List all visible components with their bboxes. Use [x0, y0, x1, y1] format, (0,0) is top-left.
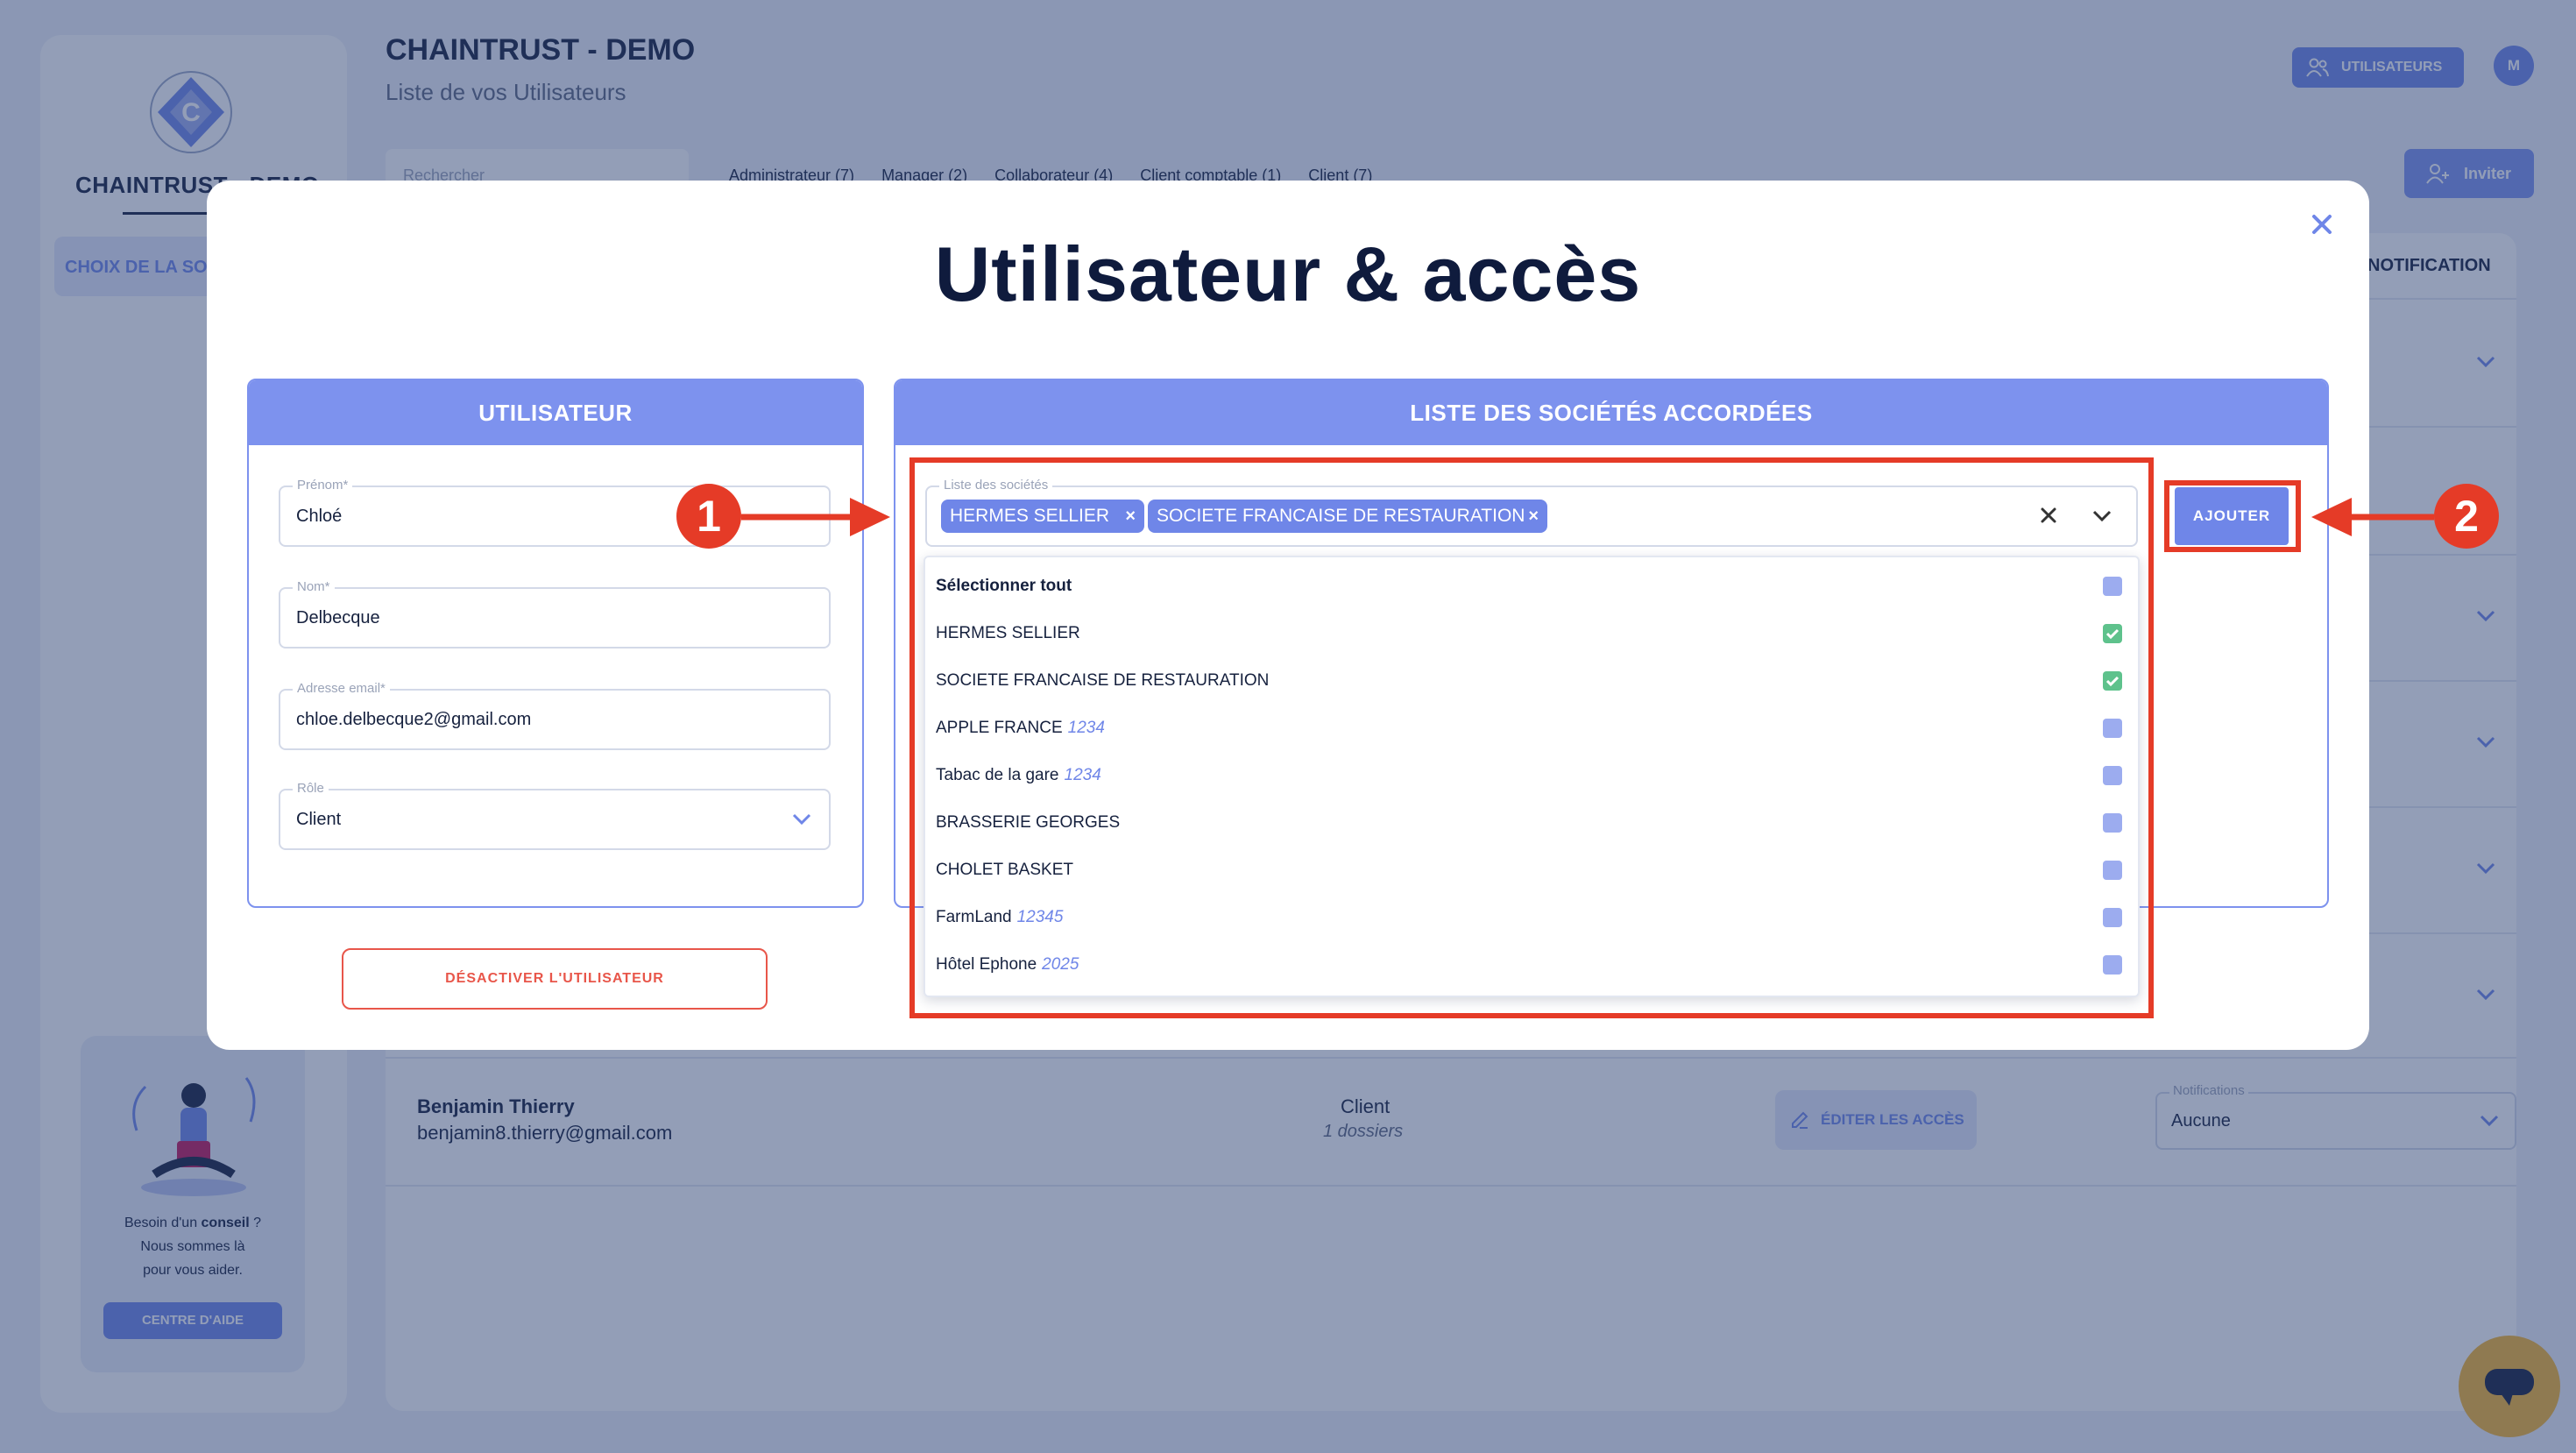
user-panel-header: UTILISATEUR	[249, 380, 862, 445]
first-name-value: Chloé	[296, 507, 343, 526]
deactivate-user-button[interactable]: DÉSACTIVER L'UTILISATEUR	[342, 948, 768, 1010]
highlight-box-companies	[909, 457, 2154, 1018]
last-name-value: Delbecque	[296, 608, 380, 627]
role-value: Client	[296, 810, 342, 829]
last-name-label: Nom*	[293, 579, 335, 594]
last-name-field[interactable]: Nom* Delbecque	[279, 579, 831, 649]
highlight-box-add	[2164, 480, 2301, 552]
first-name-field[interactable]: Prénom* Chloé	[279, 478, 831, 547]
modal-title: Utilisateur & accès	[934, 230, 1642, 317]
email-field[interactable]: Adresse email* chloe.delbecque2@gmail.co…	[279, 681, 831, 750]
first-name-label: Prénom*	[293, 478, 353, 493]
chevron-down-icon	[792, 813, 811, 826]
role-label: Rôle	[293, 781, 329, 796]
email-value: chloe.delbecque2@gmail.com	[296, 710, 532, 729]
role-select[interactable]: Rôle Client	[279, 781, 831, 850]
companies-panel-header: LISTE DES SOCIÉTÉS ACCORDÉES	[895, 380, 2327, 445]
annotation-badge-2: 2	[2434, 484, 2499, 549]
email-label: Adresse email*	[293, 681, 390, 696]
annotation-badge-1: 1	[676, 484, 741, 549]
